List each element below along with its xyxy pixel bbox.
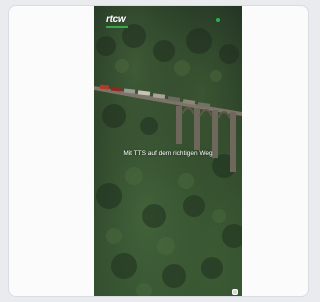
logo-text: rtcw xyxy=(106,14,126,25)
preview-card: rtcw Mit TTS auf dem richtigen Weg xyxy=(8,5,309,297)
chat-widget-icon[interactable] xyxy=(232,289,238,295)
menu-dot-icon[interactable] xyxy=(216,18,220,22)
mobile-screenshot: rtcw Mit TTS auf dem richtigen Weg xyxy=(94,6,242,296)
logo-underline xyxy=(106,26,128,28)
hero-headline: Mit TTS auf dem richtigen Weg xyxy=(123,150,213,157)
brand-logo[interactable]: rtcw xyxy=(106,14,128,28)
